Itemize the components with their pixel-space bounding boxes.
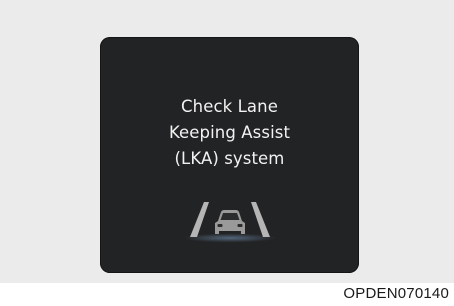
- warning-message-line-1: Check Lane: [181, 97, 278, 116]
- illustration-background: Check Lane Keeping Assist (LKA) system: [0, 0, 454, 283]
- warning-message: Check Lane Keeping Assist (LKA) system: [100, 94, 359, 172]
- warning-message-line-2: Keeping Assist: [168, 123, 291, 142]
- right-lane-line: [251, 202, 270, 237]
- warning-message-line-3: (LKA) system: [174, 149, 285, 168]
- road-glow: [184, 233, 276, 243]
- cluster-warning-display: Check Lane Keeping Assist (LKA) system: [100, 37, 359, 273]
- left-lane-line: [190, 202, 209, 237]
- lane-keeping-car-icon: [184, 202, 276, 243]
- image-code-label: OPDEN070140: [343, 285, 449, 302]
